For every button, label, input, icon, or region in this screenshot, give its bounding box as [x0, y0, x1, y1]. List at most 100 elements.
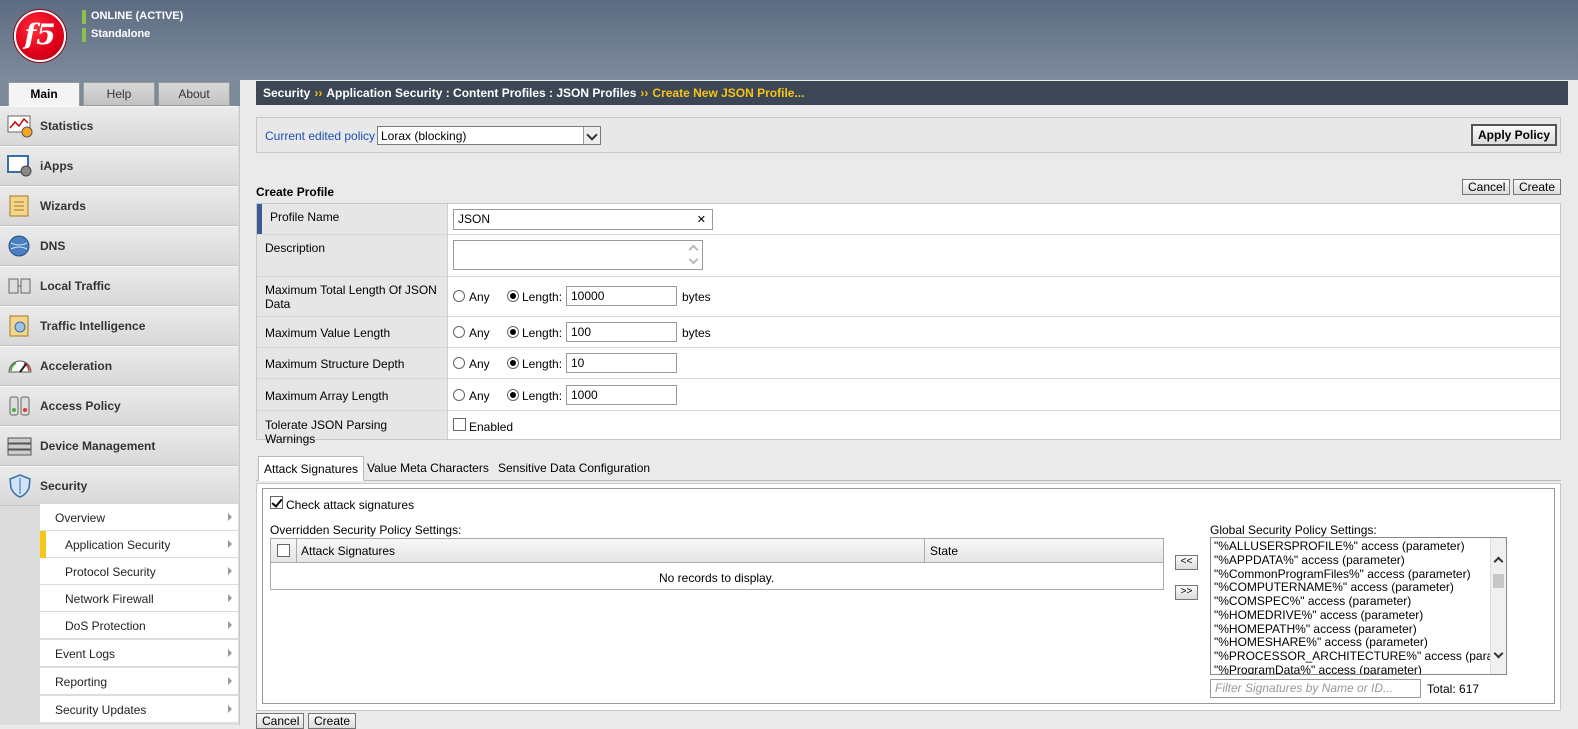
scrollbar-thumb[interactable]	[1493, 574, 1504, 588]
tab-value-meta-characters[interactable]: Value Meta Characters	[362, 456, 494, 481]
description-textarea[interactable]	[453, 240, 703, 270]
nav-traffic-intelligence[interactable]: Traffic Intelligence	[0, 306, 238, 346]
tab-attack-signatures[interactable]: Attack Signatures	[258, 456, 365, 481]
list-item[interactable]: "%APPDATA%" access (parameter)	[1214, 553, 1405, 567]
max-total-length-length-radio[interactable]	[507, 290, 519, 302]
global-settings-label: Global Security Policy Settings:	[1210, 523, 1377, 537]
max-structure-depth-any-radio[interactable]	[453, 357, 465, 369]
move-left-button[interactable]: <<	[1175, 555, 1198, 570]
max-array-length-input[interactable]: 1000	[566, 385, 677, 405]
max-total-length-input[interactable]: 10000	[566, 286, 677, 306]
filter-placeholder: Filter Signatures by Name or ID...	[1215, 681, 1394, 695]
list-item[interactable]: "%COMSPEC%" access (parameter)	[1214, 594, 1411, 608]
list-item[interactable]: "%ALLUSERSPROFILE%" access (parameter)	[1214, 539, 1465, 553]
subnav-application-security[interactable]: Application Security	[40, 531, 238, 558]
statistics-icon	[7, 115, 33, 138]
apply-policy-button[interactable]: Apply Policy	[1471, 124, 1557, 146]
subnav-label: DoS Protection	[65, 619, 146, 633]
nav-dns[interactable]: DNS	[0, 226, 238, 266]
max-value-length-length-radio[interactable]	[507, 326, 519, 338]
nav-wizards[interactable]: Wizards	[0, 186, 238, 226]
nav-local-traffic[interactable]: Local Traffic	[0, 266, 238, 306]
max-value-length-any-radio[interactable]	[453, 326, 465, 338]
subnav-label: Application Security	[65, 538, 171, 552]
max-value-length-input[interactable]: 100	[566, 322, 677, 342]
max-structure-depth-label: Maximum Structure Depth	[257, 348, 448, 378]
max-structure-depth-input[interactable]: 10	[566, 353, 677, 373]
subnav-network-firewall[interactable]: Network Firewall	[40, 585, 238, 612]
cancel-button-bottom[interactable]: Cancel	[256, 713, 304, 729]
f5-logo[interactable]: f5	[14, 10, 66, 62]
max-structure-depth-length-radio[interactable]	[507, 357, 519, 369]
breadcrumb-security[interactable]: Security	[263, 86, 310, 100]
list-item[interactable]: "%HOMEPATH%" access (parameter)	[1214, 622, 1417, 636]
content-tabs: Attack Signatures Value Meta Characters …	[256, 456, 1561, 481]
max-value-length-label: Maximum Value Length	[257, 317, 448, 347]
nav-statistics[interactable]: Statistics	[0, 106, 238, 146]
length-label: Length:	[522, 357, 563, 371]
nav-security[interactable]: Security	[0, 466, 238, 506]
create-button-top[interactable]: Create	[1513, 179, 1561, 195]
select-all-checkbox[interactable]	[277, 544, 290, 557]
breadcrumb-separator: ››	[314, 86, 323, 100]
attack-signatures-frame: Check attack signatures Overridden Secur…	[262, 488, 1555, 704]
nav-label: iApps	[40, 159, 74, 173]
tab-main[interactable]: Main	[8, 82, 80, 107]
column-attack-signatures[interactable]: Attack Signatures	[301, 544, 395, 558]
breadcrumb-json-profiles[interactable]: Application Security : Content Profiles …	[326, 86, 636, 100]
nav-device-management[interactable]: Device Management	[0, 426, 238, 466]
policy-select[interactable]: Lorax (blocking)	[377, 126, 601, 145]
list-item[interactable]: "%COMPUTERNAME%" access (parameter)	[1214, 580, 1454, 594]
list-item[interactable]: "%HOMESHARE%" access (parameter)	[1214, 635, 1428, 649]
nav-label: Local Traffic	[40, 279, 111, 293]
list-item[interactable]: "%CommonProgramFiles%" access (parameter…	[1214, 567, 1471, 581]
subnav-security-updates[interactable]: Security Updates	[40, 696, 238, 723]
any-label: Any	[469, 290, 490, 304]
tolerate-warnings-checkbox[interactable]	[453, 418, 466, 431]
mode-indicator	[82, 28, 86, 42]
left-navigation: Statistics iApps Wizards DNS Local Traff…	[0, 106, 240, 725]
nav-iapps[interactable]: iApps	[0, 146, 238, 186]
move-right-button[interactable]: >>	[1175, 585, 1198, 600]
check-attack-signatures-checkbox[interactable]	[270, 496, 283, 509]
row-max-value-length: Maximum Value Length Any Length: 100 byt…	[257, 317, 1560, 348]
chevron-right-icon	[228, 540, 232, 548]
acceleration-gauge-icon	[8, 360, 32, 373]
list-item[interactable]: "%ProgramData%" access (parameter)	[1214, 663, 1422, 674]
max-array-length-length-radio[interactable]	[507, 389, 519, 401]
subnav-dos-protection[interactable]: DoS Protection	[40, 612, 238, 639]
max-total-length-any-radio[interactable]	[453, 290, 465, 302]
list-item[interactable]: "%PROCESSOR_ARCHITECTURE%" access (para	[1214, 649, 1493, 663]
iapps-icon	[7, 155, 32, 177]
subnav-event-logs[interactable]: Event Logs	[40, 640, 238, 667]
max-array-length-any-radio[interactable]	[453, 389, 465, 401]
any-label: Any	[469, 326, 490, 340]
tab-sensitive-data-configuration[interactable]: Sensitive Data Configuration	[493, 456, 655, 481]
breadcrumb: Security ›› Application Security : Content…	[256, 81, 1568, 105]
filter-signatures-input[interactable]: Filter Signatures by Name or ID...	[1210, 679, 1421, 698]
enabled-label: Enabled	[469, 420, 514, 434]
column-state[interactable]: State	[930, 544, 958, 558]
global-signatures-list[interactable]: "%ALLUSERSPROFILE%" access (parameter) "…	[1210, 537, 1507, 675]
scroll-down-icon[interactable]	[1493, 648, 1504, 659]
scroll-up-icon[interactable]	[1493, 556, 1504, 567]
chevron-right-icon	[228, 677, 232, 685]
wizards-icon	[9, 195, 29, 217]
cancel-button-top[interactable]: Cancel	[1462, 179, 1510, 195]
profile-name-input[interactable]: JSON ✕	[453, 209, 713, 230]
create-button-bottom[interactable]: Create	[308, 713, 356, 729]
nav-label: Wizards	[40, 199, 86, 213]
tab-about[interactable]: About	[158, 82, 230, 106]
nav-access-policy[interactable]: Access Policy	[0, 386, 238, 426]
create-profile-title: Create Profile	[256, 185, 335, 199]
scroll-down-icon	[688, 254, 699, 265]
list-scrollbar[interactable]	[1490, 538, 1506, 674]
subnav-overview[interactable]: Overview	[40, 504, 238, 531]
subnav-label: Overview	[55, 511, 106, 525]
clear-icon[interactable]: ✕	[697, 213, 706, 226]
nav-acceleration[interactable]: Acceleration	[0, 346, 238, 386]
tab-help[interactable]: Help	[83, 82, 155, 106]
subnav-protocol-security[interactable]: Protocol Security	[40, 558, 238, 585]
list-item[interactable]: "%HOMEDRIVE%" access (parameter)	[1214, 608, 1423, 622]
subnav-reporting[interactable]: Reporting	[40, 668, 238, 695]
